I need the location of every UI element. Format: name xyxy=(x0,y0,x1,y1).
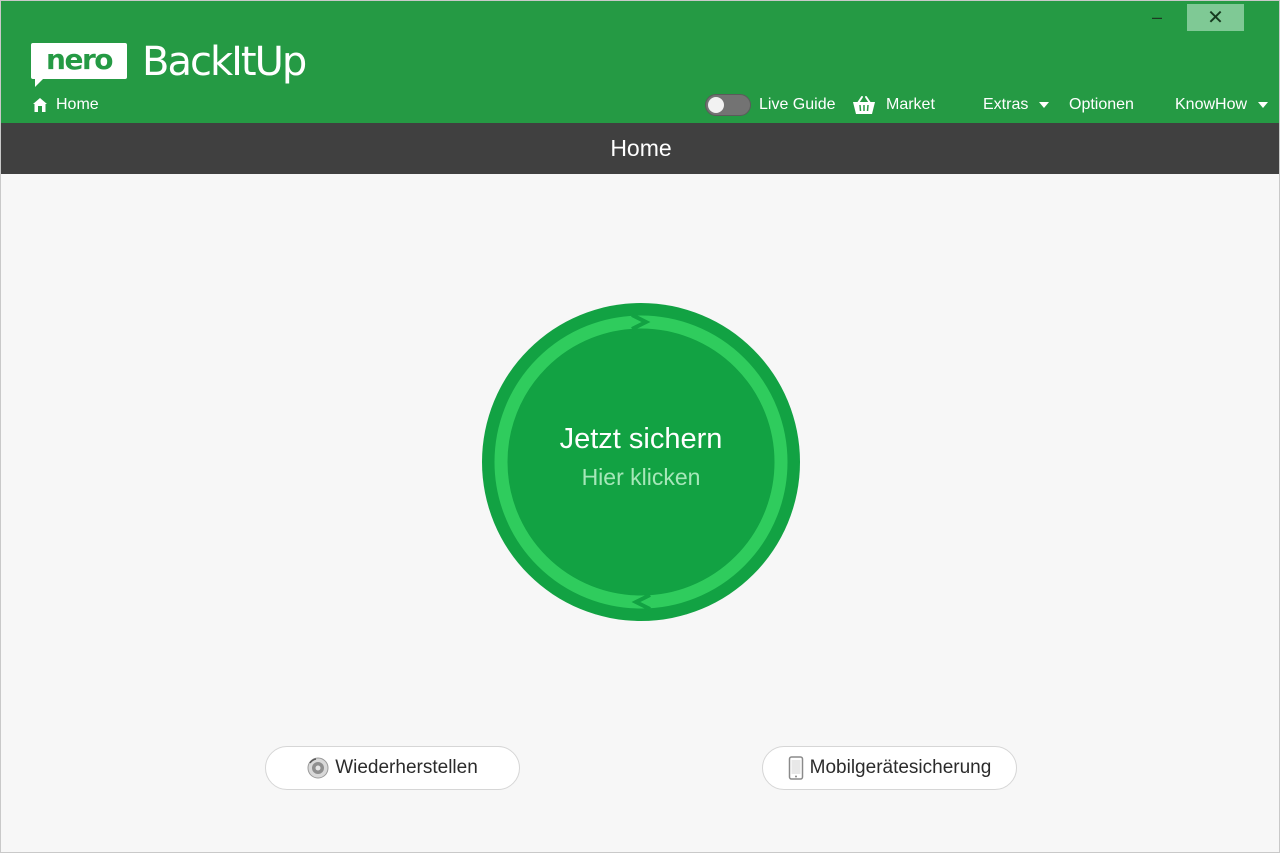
market-label: Market xyxy=(886,96,935,113)
close-button[interactable]: ✕ xyxy=(1187,4,1244,31)
mobile-label: Mobilgerätesicherung xyxy=(809,757,992,778)
toggle-knob xyxy=(708,97,724,113)
app-header: – ✕ nero BackItUp Home Live Guide Market… xyxy=(1,1,1279,123)
mobile-backup-button[interactable]: Mobilgerätesicherung xyxy=(762,746,1017,790)
backup-subtitle: Hier klicken xyxy=(581,464,701,490)
logo-tail xyxy=(35,77,45,87)
optionen-label: Optionen xyxy=(1069,96,1134,113)
nav-home[interactable]: Home xyxy=(32,96,99,114)
live-guide-label: Live Guide xyxy=(759,96,836,113)
logo-text: nero xyxy=(46,42,113,76)
menu-extras[interactable]: Extras xyxy=(983,94,1050,116)
caret-down-icon xyxy=(1039,102,1050,108)
restore-button[interactable]: Wiederherstellen xyxy=(265,746,520,790)
basket-icon xyxy=(853,96,875,114)
menu-market[interactable]: Market xyxy=(852,94,935,116)
knowhow-label: KnowHow xyxy=(1175,96,1248,113)
backup-title: Jetzt sichern xyxy=(559,423,723,455)
live-guide-toggle[interactable]: Live Guide xyxy=(705,94,836,116)
nav-home-label: Home xyxy=(56,96,99,113)
minimize-button[interactable]: – xyxy=(1131,4,1183,31)
restore-label: Wiederherstellen xyxy=(335,757,478,778)
page-title: Home xyxy=(610,135,672,161)
nero-logo: nero xyxy=(31,43,127,87)
menu-optionen[interactable]: Optionen xyxy=(1069,94,1134,116)
logo-box: nero xyxy=(31,43,127,79)
house-icon xyxy=(33,98,47,112)
menu-knowhow[interactable]: KnowHow xyxy=(1175,94,1269,116)
restore-disc-icon xyxy=(307,757,329,779)
app-window: – ✕ nero BackItUp Home Live Guide Market… xyxy=(0,0,1280,853)
page-title-bar: Home xyxy=(1,123,1279,174)
toggle-switch[interactable] xyxy=(705,94,751,116)
product-name: BackItUp xyxy=(142,39,307,85)
backup-text: Jetzt sichern Hier klicken xyxy=(482,303,800,621)
smartphone-icon xyxy=(788,756,803,780)
backup-now-button[interactable]: Jetzt sichern Hier klicken xyxy=(482,303,800,621)
extras-label: Extras xyxy=(983,96,1029,113)
caret-down-icon xyxy=(1258,102,1269,108)
